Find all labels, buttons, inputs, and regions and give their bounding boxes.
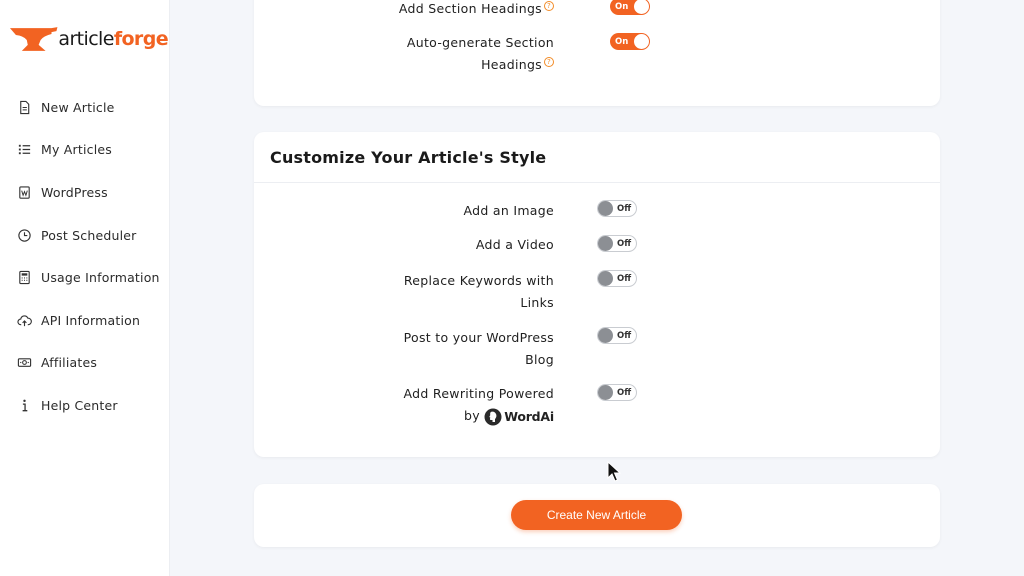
toggle-knob (598, 385, 613, 400)
headings-card: Add Section Headings? On Auto-generate S… (254, 0, 940, 106)
toggle-state-text: On (615, 36, 629, 47)
sidebar-nav: New Article My Articles WordPress Post S… (0, 86, 170, 427)
toggle-state-text: Off (617, 203, 632, 214)
help-icon[interactable]: ? (544, 1, 554, 11)
calculator-icon (16, 270, 32, 286)
list-icon (16, 142, 32, 158)
post-to-wordpress-label: Post to your WordPress Blog (254, 327, 554, 371)
toggle-state-text: Off (617, 273, 632, 284)
replace-keywords-toggle[interactable]: Off (597, 270, 637, 287)
option-label-line2: Blog (525, 352, 554, 367)
sidebar-item-usage-information[interactable]: Usage Information (0, 256, 170, 299)
sidebar-item-new-article[interactable]: New Article (0, 86, 170, 129)
sidebar-item-my-articles[interactable]: My Articles (0, 129, 170, 172)
toggle-knob (598, 328, 613, 343)
add-section-headings-text: Add Section Headings (398, 1, 542, 16)
sidebar-item-api-information[interactable]: API Information (0, 299, 170, 342)
replace-keywords-label: Replace Keywords with Links (254, 270, 554, 314)
logo-text-forge: forge (113, 28, 169, 50)
sidebar-item-affiliates[interactable]: Affiliates (0, 342, 170, 385)
wordpress-icon (16, 184, 32, 200)
sidebar-item-wordpress[interactable]: WordPress (0, 171, 170, 214)
add-video-toggle[interactable]: Off (597, 235, 637, 252)
option-label-text: Add an Image (463, 203, 554, 218)
auto-generate-line1: Auto-generate Section (406, 35, 554, 50)
wordai-logo: WordAi (484, 406, 554, 428)
option-label-line1: Post to your WordPress (403, 330, 554, 345)
money-icon (16, 355, 32, 371)
sidebar: articleforge New Article My Articles Wor… (0, 0, 170, 576)
actions-card: Create New Article (254, 484, 940, 547)
add-section-headings-toggle[interactable]: On (610, 0, 650, 15)
post-to-wordpress-toggle[interactable]: Off (597, 327, 637, 344)
toggle-state-text: Off (617, 387, 632, 398)
wordai-brand-text: WordAi (504, 408, 554, 424)
add-section-headings-label: Add Section Headings? (254, 0, 554, 20)
info-icon (16, 397, 32, 413)
articleforge-logo[interactable]: articleforge (8, 22, 169, 56)
toggle-state-text: On (615, 1, 629, 12)
logo-text: articleforge (58, 28, 168, 50)
sidebar-item-label: API Information (41, 312, 141, 328)
clock-icon (16, 227, 32, 243)
help-icon[interactable]: ? (544, 57, 554, 67)
cloud-upload-icon (16, 312, 32, 328)
rewriting-wordai-toggle[interactable]: Off (597, 384, 637, 401)
document-icon (16, 99, 32, 115)
auto-generate-headings-toggle[interactable]: On (610, 33, 650, 50)
rewriting-wordai-label: Add Rewriting Powered by WordAi (254, 383, 554, 428)
toggle-state-text: Off (617, 238, 632, 249)
toggle-knob (598, 201, 613, 216)
auto-generate-line2: Headings (481, 57, 542, 72)
add-video-label: Add a Video (254, 234, 554, 256)
option-label-line1: Add Rewriting Powered (403, 386, 554, 401)
sidebar-item-label: WordPress (41, 184, 108, 200)
add-image-label: Add an Image (254, 200, 554, 222)
toggle-knob (634, 0, 649, 14)
anvil-logo-icon (9, 27, 58, 51)
auto-generate-label: Auto-generate Section Headings? (254, 32, 554, 76)
toggle-state-text: Off (617, 330, 632, 341)
section-title: Customize Your Article's Style (254, 132, 940, 183)
add-image-toggle[interactable]: Off (597, 200, 637, 217)
option-label-line2: by (463, 408, 480, 423)
sidebar-item-label: Affiliates (41, 355, 98, 371)
sidebar-item-label: Post Scheduler (41, 227, 137, 243)
sidebar-item-post-scheduler[interactable]: Post Scheduler (0, 214, 170, 257)
option-label-line2: Links (520, 295, 554, 310)
option-label-line1: Replace Keywords with (403, 273, 554, 288)
logo-text-article: article (58, 28, 114, 50)
article-style-card: Customize Your Article's Style Add an Im… (254, 132, 940, 457)
create-new-article-button[interactable]: Create New Article (511, 500, 682, 530)
toggle-knob (598, 271, 613, 286)
wordai-head-icon (484, 408, 502, 425)
sidebar-item-label: Help Center (41, 397, 118, 413)
sidebar-item-label: Usage Information (41, 270, 160, 286)
sidebar-item-label: New Article (41, 99, 115, 115)
toggle-knob (634, 34, 649, 49)
toggle-knob (598, 236, 613, 251)
mouse-cursor-icon (607, 461, 621, 482)
sidebar-item-help-center[interactable]: Help Center (0, 384, 170, 427)
option-label-text: Add a Video (475, 237, 554, 252)
sidebar-item-label: My Articles (41, 142, 112, 158)
